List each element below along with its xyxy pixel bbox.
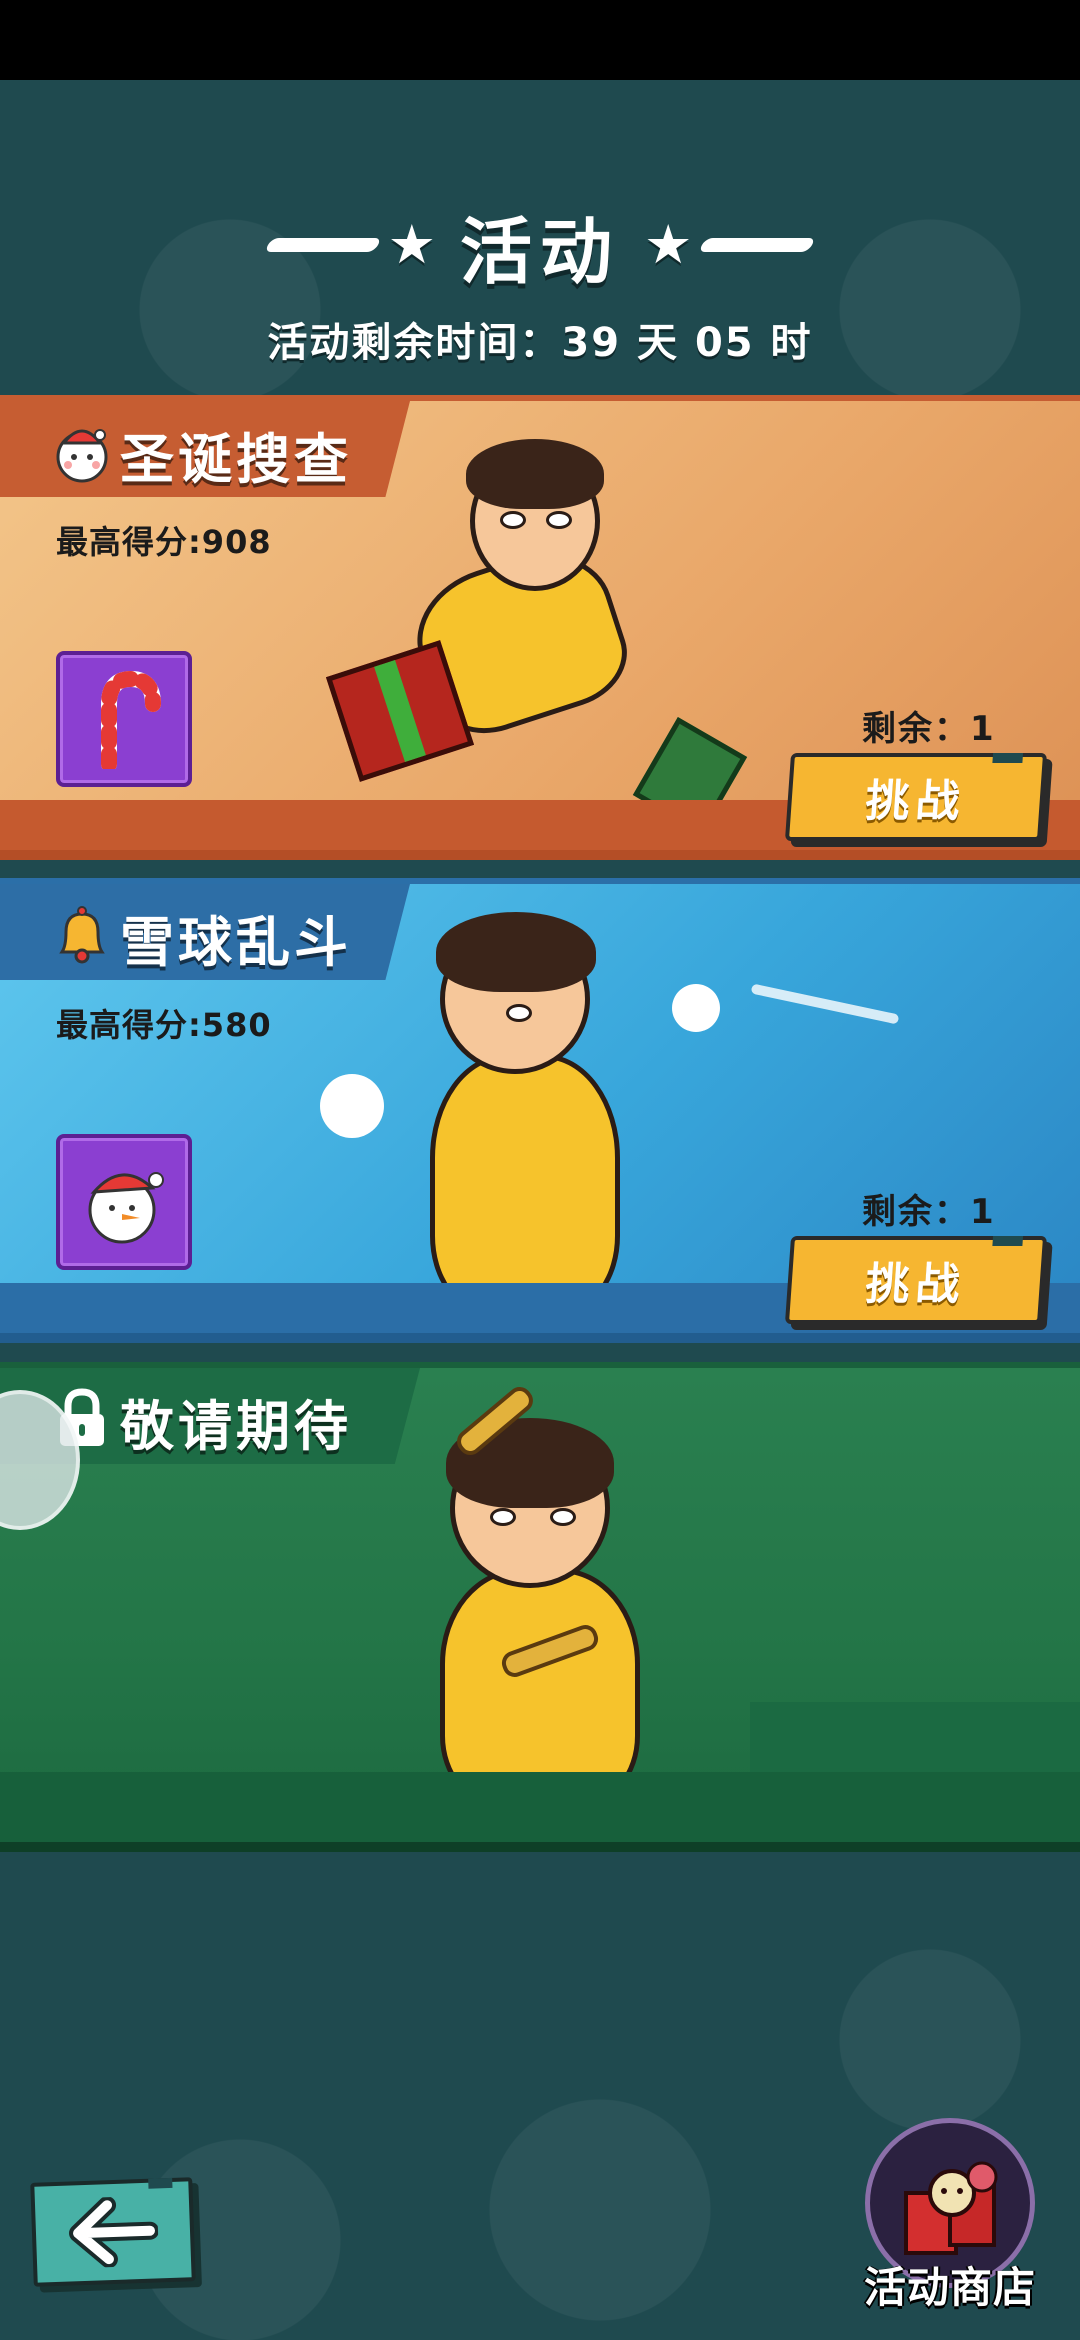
arrow-left-icon (69, 2196, 159, 2269)
snowball-decoration (320, 1074, 384, 1138)
remaining-count: 剩余：1 (862, 1192, 996, 1232)
page-title: 活动 (459, 209, 620, 294)
best-score: 最高得分:580 (56, 1006, 272, 1044)
shop-label: 活动商店 (863, 2263, 1036, 2312)
card-ground (0, 1772, 1080, 1842)
remaining-time: 活动剩余时间：39 天 05 时 (267, 320, 813, 366)
event-card-christmas[interactable]: 圣诞搜查 最高得分:908 剩余：1 挑战 (0, 395, 1080, 860)
right-star-decoration: ★ (644, 218, 817, 272)
character-illustration (340, 904, 700, 1324)
event-title: 圣诞搜查 (120, 428, 352, 491)
reward-item[interactable] (56, 1134, 192, 1270)
snowball-decoration (672, 984, 720, 1032)
event-shop-button[interactable]: 活动商店 (850, 2118, 1050, 2328)
back-button[interactable] (30, 2177, 196, 2287)
event-title: 敬请期待 (120, 1395, 352, 1458)
event-card-snowball[interactable]: 雪球乱斗 最高得分:580 剩余：1 挑战 (0, 878, 1080, 1343)
left-star-decoration: ★ (263, 218, 436, 272)
character-illustration (400, 1398, 700, 1818)
snowball-trail (750, 983, 900, 1025)
snowman-head-icon (88, 1172, 164, 1244)
snowman-icon (56, 429, 108, 483)
challenge-button[interactable]: 挑战 (784, 753, 1048, 841)
page-header: ★ 活动 ★ (0, 200, 1080, 294)
event-card-locked: 敬请期待 (0, 1362, 1080, 1852)
remaining-count: 剩余：1 (862, 709, 996, 749)
challenge-button[interactable]: 挑战 (784, 1236, 1048, 1324)
event-title: 雪球乱斗 (120, 911, 352, 974)
status-bar (0, 0, 1080, 80)
bell-icon (59, 906, 105, 964)
candy-cane-icon (101, 670, 161, 769)
best-score: 最高得分:908 (56, 523, 272, 561)
card-step (750, 1702, 1080, 1772)
reward-item[interactable] (56, 651, 192, 787)
